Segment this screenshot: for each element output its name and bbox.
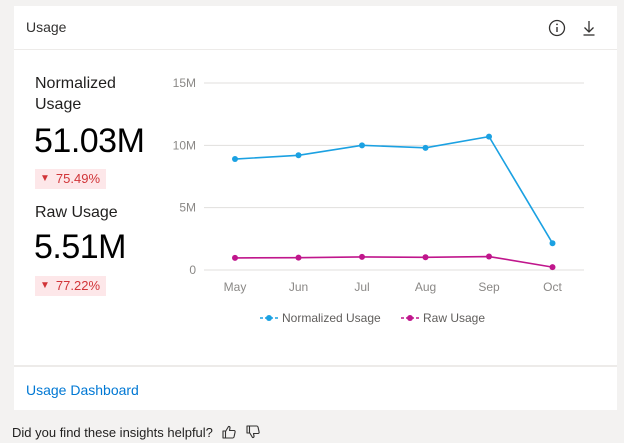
- feedback-prompt: Did you find these insights helpful?: [12, 424, 213, 440]
- data-point: [232, 156, 238, 163]
- data-point: [295, 254, 302, 261]
- y-tick-label: 0: [189, 263, 196, 277]
- data-point: [359, 142, 365, 149]
- usage-card: Usage Normalized Usage 51.03M ▼ 75.49% R…: [14, 6, 617, 410]
- series-line: [234, 255, 553, 268]
- y-tick-label: 10M: [173, 138, 196, 152]
- data-point: [422, 254, 429, 261]
- x-tick-label: May: [224, 280, 247, 294]
- data-point: [422, 144, 429, 151]
- data-point: [549, 264, 556, 271]
- card-footer: Usage Dashboard: [14, 365, 617, 412]
- data-point: [549, 240, 556, 247]
- thumbs-up-icon[interactable]: [221, 424, 237, 440]
- data-point: [295, 152, 302, 159]
- x-tick-label: Jul: [354, 280, 369, 294]
- legend-label: Raw Usage: [423, 311, 485, 325]
- x-tick-label: Sep: [478, 280, 500, 294]
- data-point: [232, 254, 238, 261]
- legend-swatch-dot: [407, 315, 413, 321]
- x-tick-label: Jun: [289, 280, 308, 294]
- legend-swatch-dot: [266, 315, 272, 321]
- x-tick-label: Oct: [543, 280, 562, 294]
- usage-dashboard-link[interactable]: Usage Dashboard: [26, 382, 139, 398]
- data-point: [486, 253, 492, 260]
- feedback-bar: Did you find these insights helpful?: [12, 424, 261, 440]
- x-tick-label: Aug: [415, 280, 436, 294]
- y-tick-label: 15M: [173, 76, 196, 90]
- y-tick-label: 5M: [179, 201, 196, 215]
- legend-label: Normalized Usage: [282, 311, 381, 325]
- data-point: [486, 133, 492, 140]
- usage-line-chart: 0 5M 10M 15M May Jun Jul Aug Sep Oct Normalized Us…: [173, 76, 584, 325]
- data-point: [359, 253, 365, 260]
- series-line: [234, 135, 554, 244]
- thumbs-down-icon[interactable]: [245, 424, 261, 440]
